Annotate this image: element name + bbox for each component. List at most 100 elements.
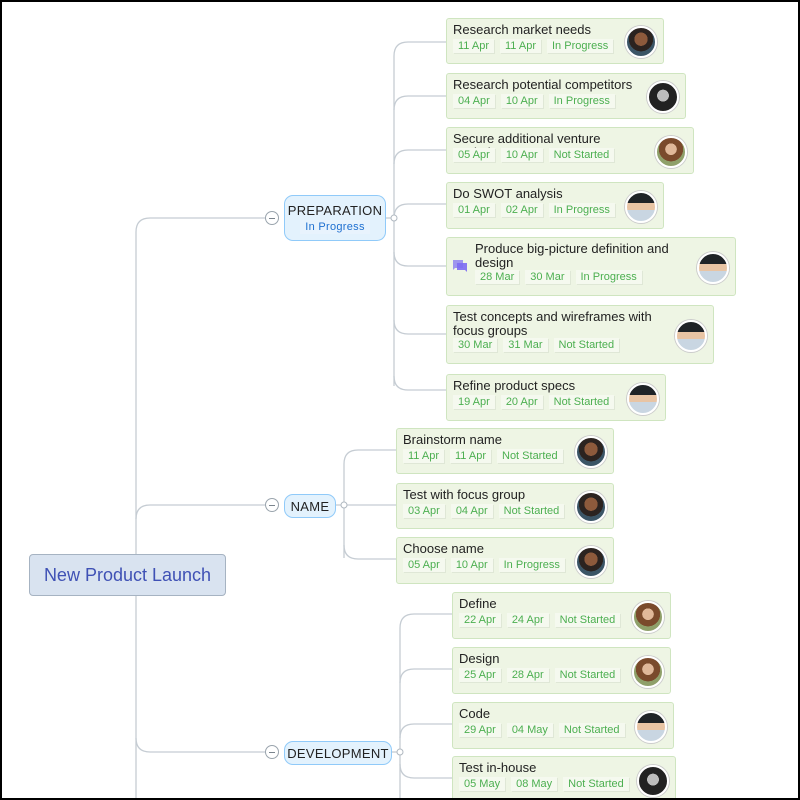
- task-node[interactable]: Research potential competitors 04 Apr 10 A…: [446, 73, 686, 119]
- status-chip[interactable]: In Progress: [548, 203, 615, 217]
- avatar-person-winter-hat[interactable]: [697, 251, 729, 284]
- task-node[interactable]: Produce big-picture definition and desig…: [446, 237, 736, 296]
- task-title: Test in-house: [459, 760, 537, 775]
- end-date-chip[interactable]: 31 Mar: [503, 338, 548, 352]
- link-development: [135, 737, 266, 753]
- task-meta: 29 Apr 04 May Not Started: [459, 723, 625, 737]
- task-meta: 05 Apr 10 Apr Not Started: [453, 148, 615, 162]
- start-date-chip[interactable]: 19 Apr: [453, 395, 495, 409]
- end-date-chip[interactable]: 02 Apr: [500, 203, 543, 217]
- task-node[interactable]: Design 25 Apr 28 Apr Not Started: [452, 647, 671, 694]
- task-title: Research potential competitors: [453, 77, 633, 92]
- start-date-chip[interactable]: 22 Apr: [459, 613, 501, 627]
- task-node[interactable]: Do SWOT analysis 01 Apr 02 Apr In Progress: [446, 182, 664, 229]
- task-node[interactable]: Choose name 05 Apr 10 Apr In Progress: [396, 537, 614, 584]
- end-date-chip[interactable]: 30 Mar: [525, 270, 570, 284]
- status-chip[interactable]: In Progress: [498, 558, 565, 572]
- start-date-chip[interactable]: 01 Apr: [453, 203, 495, 217]
- collapse-development-button[interactable]: [265, 745, 279, 759]
- collapse-preparation-button[interactable]: [265, 211, 279, 225]
- task-node[interactable]: Code 29 Apr 04 May Not Started: [452, 702, 674, 749]
- task-meta: 11 Apr 11 Apr In Progress: [453, 39, 614, 53]
- avatar-person-smiling-bw[interactable]: [647, 81, 679, 113]
- end-date-chip[interactable]: 10 Apr: [500, 148, 543, 162]
- development-links: [392, 613, 454, 798]
- task-title: Test concepts and wireframes with focus …: [453, 309, 652, 338]
- branch-development[interactable]: DEVELOPMENT: [284, 741, 392, 765]
- task-meta: 05 Apr 10 Apr In Progress: [403, 558, 565, 572]
- task-node[interactable]: Research market needs 11 Apr 11 Apr In Prog…: [446, 18, 664, 64]
- end-date-chip[interactable]: 11 Apr: [500, 39, 541, 53]
- end-date-chip[interactable]: 20 Apr: [500, 395, 543, 409]
- end-date-chip[interactable]: 28 Apr: [506, 668, 549, 682]
- task-node[interactable]: Test in-house 05 May 08 May Not Started: [452, 756, 676, 798]
- task-node[interactable]: Brainstorm name 11 Apr 11 Apr Not Started: [396, 428, 614, 474]
- status-chip[interactable]: Not Started: [558, 723, 625, 737]
- task-meta: 25 Apr 28 Apr Not Started: [459, 668, 621, 682]
- status-chip[interactable]: Not Started: [548, 395, 615, 409]
- task-node[interactable]: Test concepts and wireframes with focus …: [446, 305, 714, 364]
- link-preparation: [135, 217, 266, 233]
- status-chip[interactable]: In Progress: [548, 94, 615, 108]
- status-chip[interactable]: Not Started: [554, 668, 621, 682]
- end-date-chip[interactable]: 08 May: [511, 777, 558, 791]
- name-joint: [340, 501, 348, 509]
- start-date-chip[interactable]: 25 Apr: [459, 668, 501, 682]
- task-node[interactable]: Define 22 Apr 24 Apr Not Started: [452, 592, 671, 639]
- start-date-chip[interactable]: 05 May: [459, 777, 506, 791]
- status-chip[interactable]: In Progress: [575, 270, 642, 284]
- avatar-person-winter-hat[interactable]: [627, 382, 659, 415]
- task-title: Code: [459, 706, 491, 721]
- status-chip[interactable]: In Progress: [547, 39, 614, 53]
- collapse-name-button[interactable]: [265, 498, 279, 512]
- end-date-chip[interactable]: 10 Apr: [450, 558, 493, 572]
- start-date-chip[interactable]: 11 Apr: [453, 39, 494, 53]
- avatar-person-long-hair[interactable]: [655, 135, 687, 168]
- end-date-chip[interactable]: 10 Apr: [500, 94, 543, 108]
- start-date-chip[interactable]: 04 Apr: [453, 94, 495, 108]
- root-node[interactable]: New Product Launch: [29, 554, 226, 596]
- task-node[interactable]: Refine product specs 19 Apr 20 Apr Not Star…: [446, 374, 666, 421]
- avatar-person-winter-hat[interactable]: [635, 710, 667, 743]
- end-date-chip[interactable]: 04 May: [506, 723, 553, 737]
- task-title: Refine product specs: [453, 378, 576, 393]
- avatar-person-curly-hair[interactable]: [575, 436, 607, 468]
- task-meta: 01 Apr 02 Apr In Progress: [453, 203, 615, 217]
- task-meta: 04 Apr 10 Apr In Progress: [453, 94, 615, 108]
- end-date-chip[interactable]: 04 Apr: [450, 504, 493, 518]
- mindmap-canvas[interactable]: New Product Launch PREPARATION In Progre…: [2, 2, 798, 798]
- start-date-chip[interactable]: 28 Mar: [475, 270, 520, 284]
- start-date-chip[interactable]: 05 Apr: [453, 148, 495, 162]
- avatar-person-winter-hat[interactable]: [675, 319, 707, 352]
- branch-name[interactable]: NAME: [284, 494, 336, 518]
- branch-status-badge: In Progress: [300, 219, 370, 234]
- start-date-chip[interactable]: 11 Apr: [403, 449, 444, 463]
- preparation-joint: [390, 214, 398, 222]
- status-chip[interactable]: Not Started: [497, 449, 563, 463]
- avatar-person-smiling-bw[interactable]: [637, 764, 669, 797]
- task-node[interactable]: Test with focus group 03 Apr 04 Apr Not Sta…: [396, 483, 614, 529]
- status-chip[interactable]: Not Started: [498, 504, 565, 518]
- task-meta: 11 Apr 11 Apr Not Started: [403, 449, 563, 463]
- start-date-chip[interactable]: 30 Mar: [453, 338, 498, 352]
- avatar-person-curly-hair[interactable]: [575, 545, 607, 578]
- status-chip[interactable]: Not Started: [554, 613, 621, 627]
- avatar-person-long-hair[interactable]: [632, 600, 664, 633]
- end-date-chip[interactable]: 24 Apr: [506, 613, 549, 627]
- avatar-person-curly-hair[interactable]: [575, 491, 607, 523]
- start-date-chip[interactable]: 03 Apr: [403, 504, 445, 518]
- avatar-person-long-hair[interactable]: [632, 655, 664, 688]
- comment-icon[interactable]: [453, 260, 467, 272]
- status-chip[interactable]: Not Started: [563, 777, 629, 791]
- branch-label: DEVELOPMENT: [287, 745, 389, 761]
- avatar-person-curly-hair[interactable]: [625, 26, 657, 58]
- branch-preparation[interactable]: PREPARATION In Progress: [284, 195, 386, 241]
- avatar-person-winter-hat[interactable]: [625, 190, 657, 223]
- status-chip[interactable]: Not Started: [553, 338, 620, 352]
- start-date-chip[interactable]: 05 Apr: [403, 558, 445, 572]
- task-node[interactable]: Secure additional venture capital05 Apr1…: [446, 127, 694, 174]
- status-chip[interactable]: Not Started: [548, 148, 615, 162]
- start-date-chip[interactable]: 29 Apr: [459, 723, 501, 737]
- end-date-chip[interactable]: 11 Apr: [450, 449, 491, 463]
- task-title: Do SWOT analysis: [453, 186, 563, 201]
